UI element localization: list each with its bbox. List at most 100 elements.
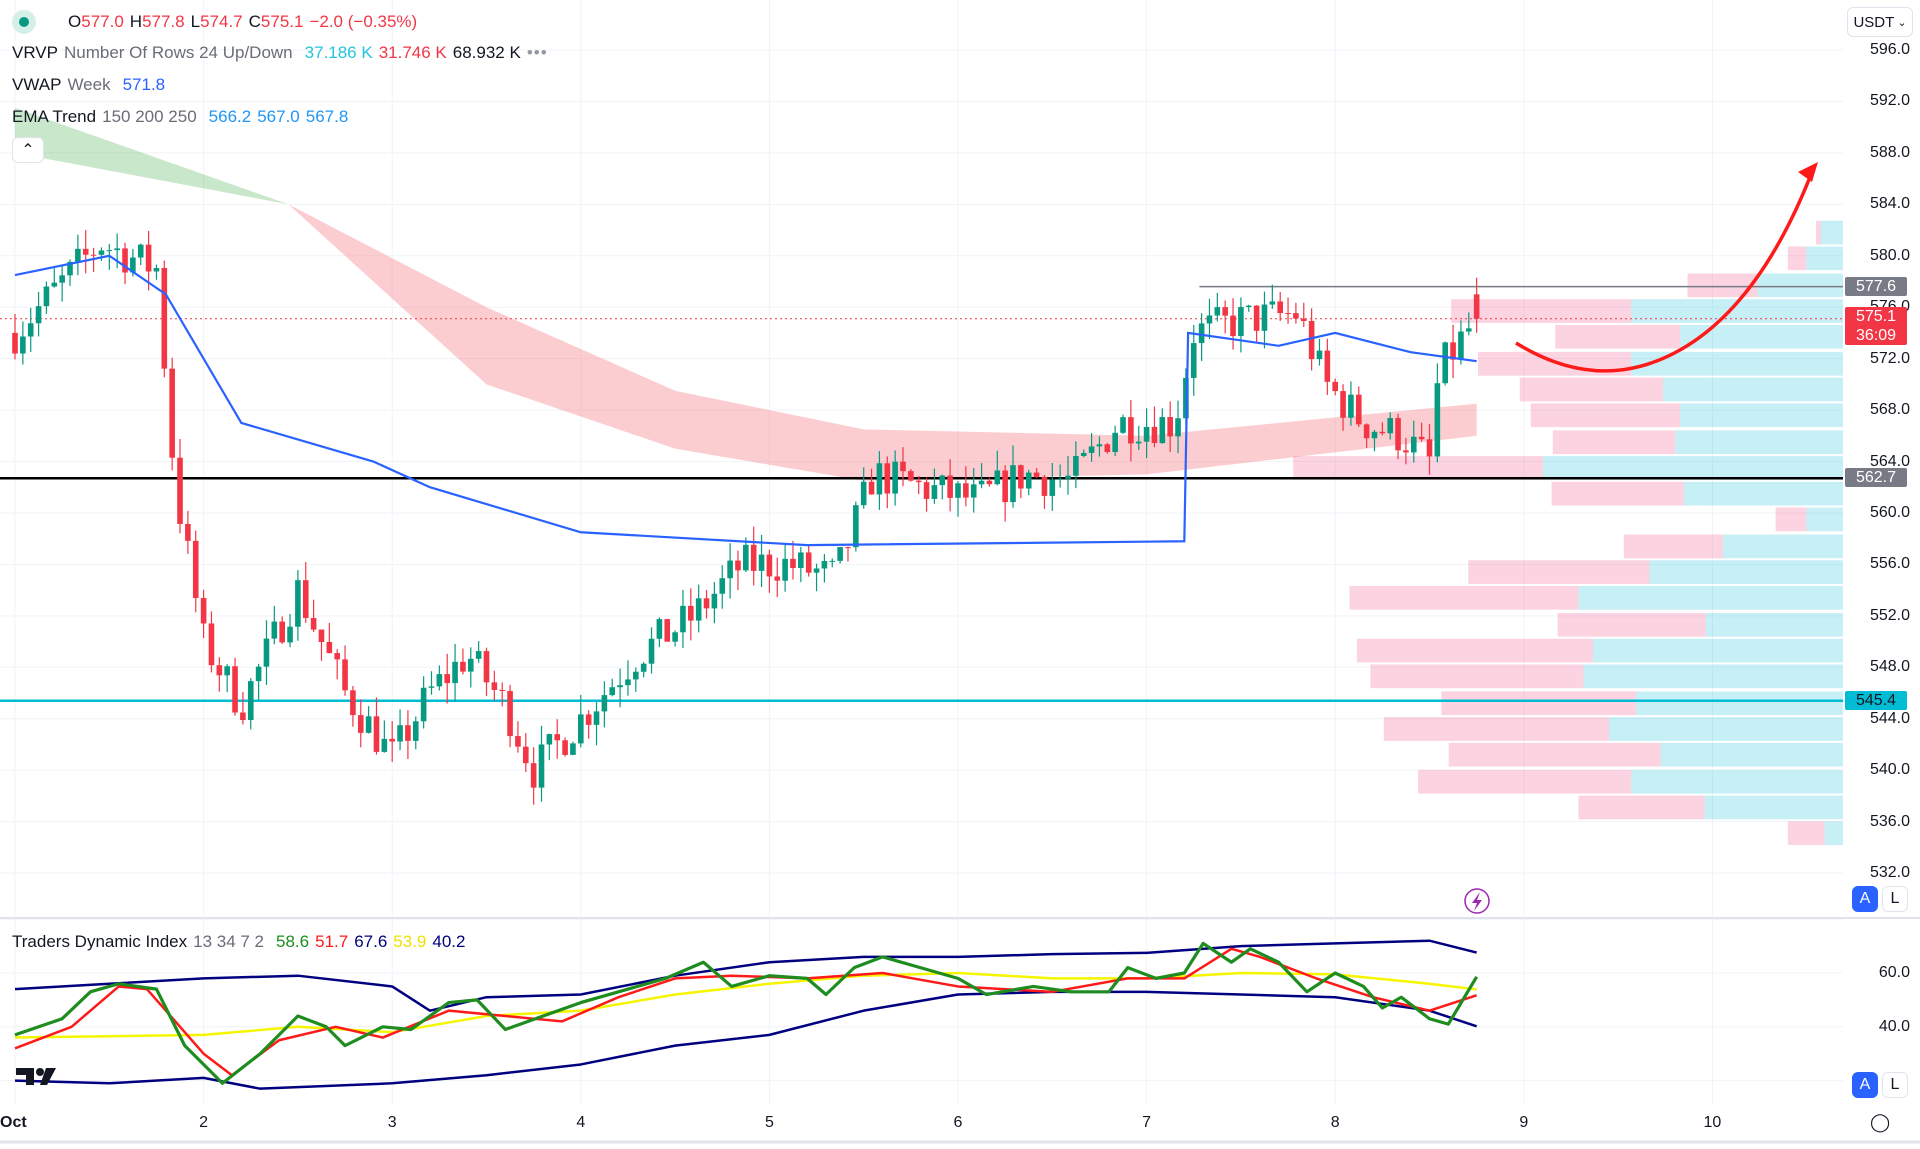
candle-body: [703, 598, 710, 609]
close-value: 575.1: [260, 12, 304, 31]
price-chart-canvas[interactable]: [0, 0, 1920, 1149]
price-axis-label: 592.0: [1869, 92, 1910, 110]
volume-row-down: [1775, 507, 1807, 532]
volume-row-down: [1555, 324, 1681, 349]
candle-body: [1222, 307, 1228, 316]
candle-body: [310, 618, 317, 630]
candle-body: [1143, 426, 1150, 442]
candle-body: [1379, 431, 1386, 434]
currency-label: USDT: [1853, 13, 1895, 31]
change-value: −2.0 (−0.35%): [309, 12, 418, 31]
candle-body: [570, 743, 576, 755]
candle-body: [955, 483, 961, 498]
collapse-legend-button[interactable]: ⌃: [12, 137, 44, 163]
vwap-polyline: [14, 254, 1477, 547]
resistance-price-tag: 577.6: [1845, 277, 1907, 296]
chevron-up-icon: ⌃: [21, 142, 35, 159]
candle-body: [1418, 436, 1425, 440]
candle-body: [381, 738, 388, 752]
candle-body: [1104, 444, 1111, 453]
candle-body: [59, 275, 65, 283]
candle-body: [978, 480, 985, 485]
tdi-params: 13 34 7 2: [193, 932, 265, 951]
candle-body: [507, 690, 513, 737]
candle-body: [106, 250, 113, 252]
candle-body: [169, 368, 175, 458]
candle-body: [688, 605, 694, 621]
tdi-legend[interactable]: Traders Dynamic Index 13 34 7 2 58.6 51.…: [12, 932, 465, 952]
candle-body: [947, 475, 953, 498]
volume-row-up: [1609, 717, 1843, 741]
candle-body: [1332, 381, 1338, 392]
candle-body: [1190, 343, 1197, 378]
time-axis-label: 4: [576, 1114, 586, 1131]
candle-body: [1206, 315, 1213, 324]
candle-body: [750, 544, 757, 571]
volume-row-up: [1704, 795, 1843, 820]
volume-row-down: [1293, 456, 1543, 480]
candle-body: [1245, 305, 1252, 308]
tdi-auto-scale-button[interactable]: A: [1852, 1072, 1878, 1098]
time-axis-label: 8: [1330, 1114, 1340, 1131]
candle-body: [1300, 318, 1307, 321]
vrvp-total: 68.932 K: [452, 43, 521, 62]
candle-body: [1434, 383, 1441, 457]
candle-body: [1253, 305, 1260, 331]
price-axis-label: 580.0: [1869, 246, 1910, 264]
candle-body: [868, 481, 875, 495]
settings-icon[interactable]: ◯: [1870, 1112, 1890, 1133]
candle-body: [727, 560, 733, 579]
volume-row-up: [1631, 351, 1843, 376]
tdi-log-scale-button[interactable]: L: [1882, 1072, 1908, 1098]
candle-body: [137, 244, 144, 258]
vwap-params: Week: [67, 75, 111, 94]
volume-row-down: [1383, 717, 1610, 741]
candle-body: [1057, 478, 1063, 480]
candle-body: [522, 746, 529, 764]
candle-body: [1238, 307, 1244, 337]
candle-body: [1018, 465, 1024, 489]
time-axis-label: 9: [1519, 1114, 1529, 1131]
vwap-legend[interactable]: VWAP Week 571.8: [12, 75, 165, 95]
vrvp-legend[interactable]: VRVP Number Of Rows 24 Up/Down 37.186 K …: [12, 43, 548, 63]
candle-body: [491, 682, 498, 690]
symbol-status-icon: [12, 10, 36, 34]
candle-body: [530, 763, 537, 788]
candle-body: [287, 626, 293, 643]
candle-body: [334, 653, 340, 660]
candle-body: [1324, 350, 1331, 382]
volume-row-up: [1722, 534, 1843, 559]
candle-body: [302, 580, 309, 619]
more-icon[interactable]: •••: [527, 43, 548, 63]
time-axis-label: 7: [1142, 1114, 1152, 1131]
candle-body: [428, 686, 435, 688]
candle-body: [931, 485, 938, 499]
candle-body: [90, 254, 97, 256]
candle-body: [853, 505, 859, 548]
candle-body: [798, 552, 804, 569]
candle-body: [1410, 436, 1417, 453]
candle-body: [247, 681, 254, 721]
volume-row-up: [1705, 612, 1843, 637]
candle-body: [35, 306, 42, 324]
log-scale-button[interactable]: L: [1882, 886, 1908, 912]
volume-row-down: [1578, 795, 1705, 820]
price-axis-label: 560.0: [1869, 503, 1910, 521]
candle-body: [357, 715, 364, 733]
volume-row-down: [1441, 691, 1637, 716]
ema-legend[interactable]: EMA Trend 150 200 250 566.2 567.0 567.8: [12, 107, 348, 127]
candle-body: [114, 248, 120, 251]
volume-row-up: [1583, 664, 1843, 689]
candle-body: [444, 674, 451, 684]
candle-body: [884, 463, 891, 494]
lightning-icon[interactable]: [1464, 888, 1490, 914]
cyan-level-price-tag: 545.4: [1845, 691, 1907, 710]
candle-body: [1041, 476, 1048, 496]
price-axis-label: 572.0: [1869, 349, 1910, 367]
candle-body: [1426, 439, 1433, 457]
auto-scale-button[interactable]: A: [1852, 886, 1878, 912]
vrvp-up: 37.186 K: [304, 43, 373, 62]
candle-body: [475, 651, 482, 659]
candle-body: [1348, 394, 1354, 418]
currency-selector[interactable]: USDT ⌄: [1847, 7, 1913, 37]
